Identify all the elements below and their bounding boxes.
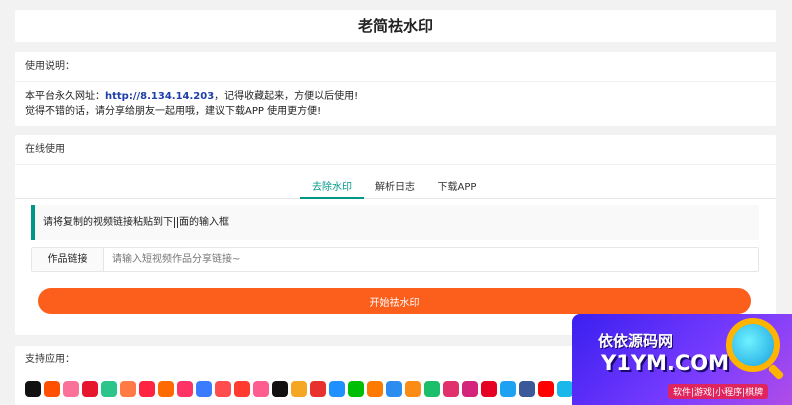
bilibili-icon xyxy=(63,381,79,397)
douyin-icon xyxy=(25,381,41,397)
xiaohongshu-icon xyxy=(139,381,155,397)
page-title: 老简祛水印 xyxy=(357,17,433,35)
url-suffix: ，记得收藏起来，方便以后使用! xyxy=(214,91,359,102)
start-remove-watermark-button[interactable]: 开始祛水印 xyxy=(38,288,751,314)
pearvideo-icon xyxy=(424,381,440,397)
link-form-row: 作品链接 xyxy=(31,247,759,272)
kuaishou-icon xyxy=(44,381,60,397)
weishi-icon xyxy=(177,381,193,397)
tab-download-app[interactable]: 下载APP xyxy=(431,178,483,199)
haokan-icon xyxy=(215,381,231,397)
pinterest-icon xyxy=(481,381,497,397)
weibo-icon xyxy=(82,381,98,397)
tiktok-icon xyxy=(462,381,478,397)
aiqiyi-icon xyxy=(348,381,364,397)
paste-tip: 请将复制的视频链接粘贴到下 面的输入框 xyxy=(31,205,759,240)
instructions-header: 使用说明： xyxy=(15,52,776,82)
tab-bar: 去除水印 解析日志 下载APP xyxy=(15,173,776,199)
watermark-tags: 软件|游戏|小程序|棋牌 xyxy=(668,384,769,399)
online-card: 在线使用 去除水印 解析日志 下载APP 请将复制的视频链接粘贴到下 面的输入框 … xyxy=(15,135,776,335)
instructions-line-2: 觉得不错的话，请分享给朋友一起用哦，建议下载APP 使用更方便! xyxy=(25,106,322,117)
permanent-url-link[interactable]: http://8.134.14.203 xyxy=(105,91,214,102)
tip-text-end: 面的输入框 xyxy=(179,217,229,228)
instructions-card: 使用说明： 本平台永久网址：http://8.134.14.203，记得收藏起来… xyxy=(15,52,776,126)
text-cursor-icon xyxy=(174,216,178,228)
kuaishou-lite-icon xyxy=(367,381,383,397)
instructions-body: 本平台永久网址：http://8.134.14.203，记得收藏起来，方便以后使… xyxy=(15,82,776,119)
meipai-icon xyxy=(253,381,269,397)
title-card: 老简祛水印 xyxy=(15,10,776,42)
watermark-domain: Y1YM.COM xyxy=(601,351,730,375)
instructions-line-1: 本平台永久网址：http://8.134.14.203，记得收藏起来，方便以后使… xyxy=(25,89,776,104)
youtube-icon xyxy=(538,381,554,397)
pipixia-icon xyxy=(120,381,136,397)
magnifier-handle xyxy=(767,363,785,381)
lvzhou-icon xyxy=(101,381,117,397)
tip-text-start: 请将复制的视频链接粘贴到下 xyxy=(43,217,173,228)
toutiao-icon xyxy=(310,381,326,397)
watermark-title: 依依源码网 xyxy=(598,332,674,350)
vimeo-icon xyxy=(557,381,573,397)
facebook-icon xyxy=(519,381,535,397)
zuiyou-icon xyxy=(196,381,212,397)
tab-remove-watermark[interactable]: 去除水印 xyxy=(300,178,364,199)
tencent-video-icon xyxy=(386,381,402,397)
site-watermark: 依依源码网 Y1YM.COM 软件|游戏|小程序|棋牌 xyxy=(572,314,792,405)
huoshan-icon xyxy=(158,381,174,397)
youku-icon xyxy=(329,381,345,397)
url-prefix: 本平台永久网址： xyxy=(25,91,105,102)
momo-icon xyxy=(291,381,307,397)
twitter-icon xyxy=(500,381,516,397)
capcut-icon xyxy=(272,381,288,397)
supported-apps-icons xyxy=(25,381,630,400)
online-header: 在线使用 xyxy=(15,135,776,165)
instagram-icon xyxy=(443,381,459,397)
tab-parse-log[interactable]: 解析日志 xyxy=(371,178,419,199)
link-field-label: 作品链接 xyxy=(32,248,104,271)
link-input[interactable] xyxy=(104,248,758,271)
xigua-icon xyxy=(234,381,250,397)
kugou-icon xyxy=(405,381,421,397)
